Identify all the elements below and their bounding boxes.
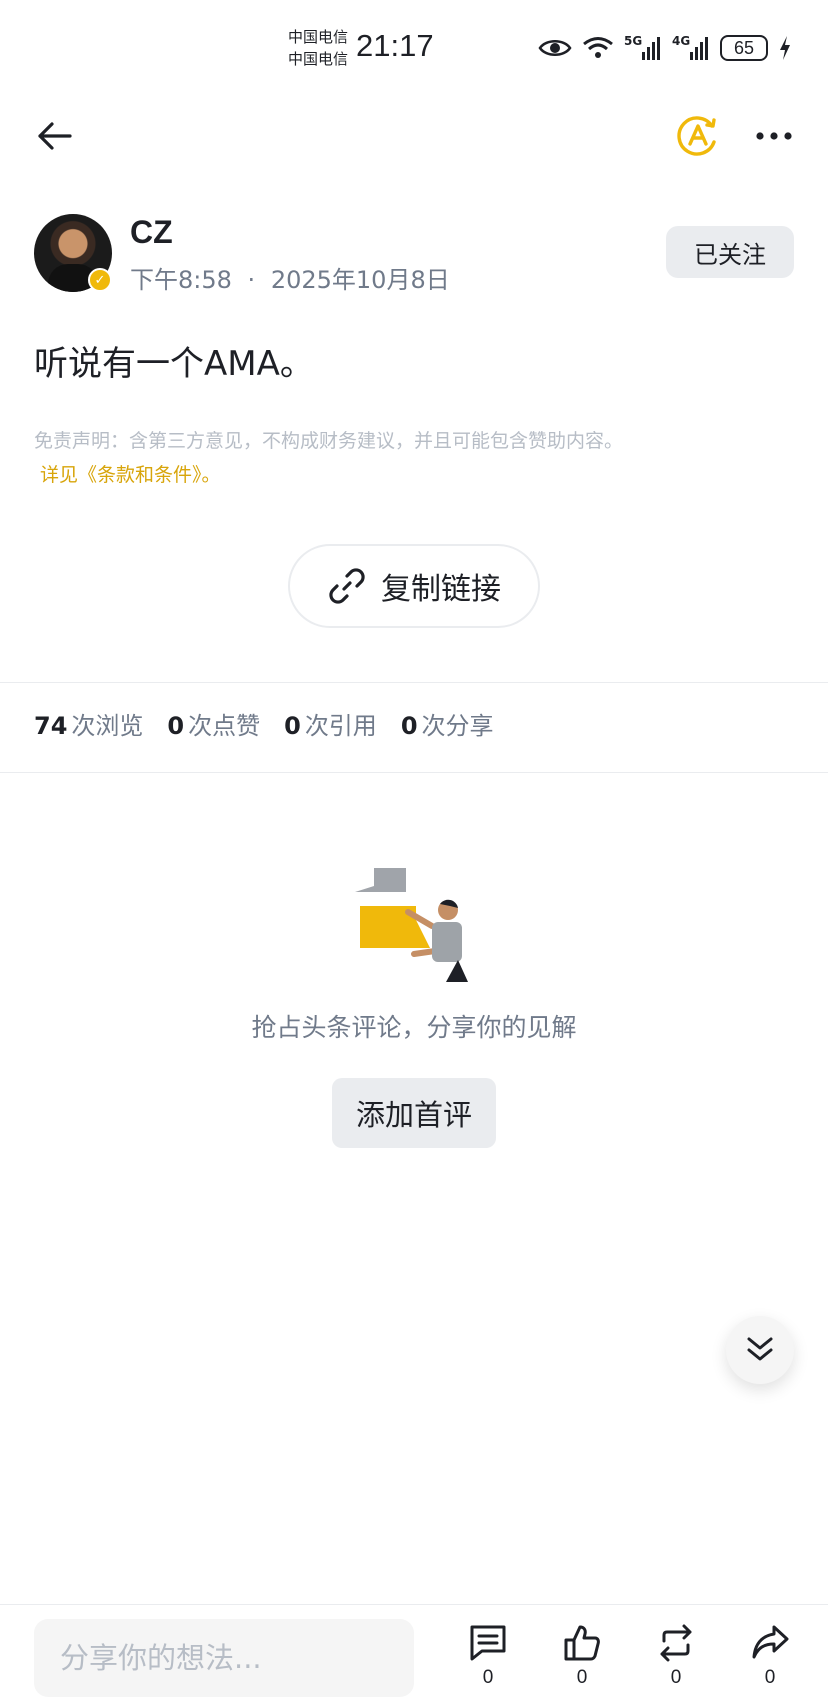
comment-icon bbox=[470, 1625, 506, 1661]
top-nav bbox=[0, 100, 828, 170]
post-text: 听说有一个AMA。 bbox=[34, 344, 314, 384]
carrier-labels: 中国电信 中国电信 bbox=[288, 26, 348, 70]
stat-views: 74 次浏览 bbox=[34, 706, 143, 741]
more-button[interactable] bbox=[752, 114, 796, 158]
copy-link-button[interactable]: 复制链接 bbox=[288, 544, 540, 628]
comment-button[interactable]: 0 bbox=[458, 1623, 518, 1697]
eye-icon bbox=[538, 40, 572, 56]
divider bbox=[0, 682, 828, 683]
wifi-icon bbox=[583, 37, 613, 58]
stat-value: 74 bbox=[34, 712, 68, 740]
post-stats: 74 次浏览 0 次点赞 0 次引用 0 次分享 bbox=[34, 706, 494, 741]
like-count: 0 bbox=[576, 1667, 588, 1688]
empty-comments-illustration bbox=[355, 868, 468, 982]
stat-value: 0 bbox=[284, 712, 301, 740]
author-row: ✓ CZ 下午8:58 · 2025年10月8日 已关注 bbox=[34, 212, 794, 295]
disclaimer-text: 免责声明：含第三方意见，不构成财务建议，并且可能包含赞助内容。 bbox=[34, 430, 624, 452]
quote-button[interactable]: 0 bbox=[646, 1623, 706, 1697]
status-time: 21:17 bbox=[356, 28, 434, 63]
scroll-down-button[interactable] bbox=[726, 1316, 794, 1384]
signal-5g-icon: 5G bbox=[624, 34, 662, 62]
add-first-comment-button[interactable]: 添加首评 bbox=[332, 1078, 496, 1148]
stat-label: 次浏览 bbox=[71, 712, 144, 740]
thumbs-up-icon bbox=[564, 1625, 600, 1661]
stat-label: 次点赞 bbox=[188, 712, 261, 740]
stat-likes: 0 次点赞 bbox=[167, 706, 260, 741]
stat-value: 0 bbox=[167, 712, 185, 740]
post-timestamp: 下午8:58 · 2025年10月8日 bbox=[130, 260, 450, 295]
translate-icon bbox=[677, 116, 716, 156]
author-name[interactable]: CZ bbox=[130, 214, 173, 251]
like-button[interactable]: 0 bbox=[552, 1623, 612, 1697]
stat-label: 次分享 bbox=[421, 712, 494, 740]
back-arrow-icon bbox=[38, 122, 72, 150]
status-icons: 5G 4G 65 bbox=[538, 32, 792, 64]
net-label-2: 4G bbox=[672, 34, 691, 48]
meta-separator: · bbox=[247, 266, 256, 294]
stat-label: 次引用 bbox=[304, 712, 377, 740]
battery-icon: 65 bbox=[720, 35, 768, 61]
signal-4g-icon: 4G bbox=[672, 34, 710, 62]
empty-comments-text: 抢占头条评论，分享你的见解 bbox=[251, 1013, 577, 1042]
comment-input[interactable] bbox=[34, 1619, 414, 1697]
disclaimer: 免责声明：含第三方意见，不构成财务建议，并且可能包含赞助内容。 详见《条款和条件… bbox=[34, 424, 794, 492]
back-button[interactable] bbox=[32, 114, 76, 158]
share-count: 0 bbox=[764, 1667, 776, 1688]
carrier-2: 中国电信 bbox=[288, 50, 349, 68]
comment-count: 0 bbox=[482, 1667, 494, 1688]
repost-icon bbox=[660, 1624, 692, 1662]
follow-button[interactable]: 已关注 bbox=[666, 226, 794, 278]
stat-quotes: 0 次引用 bbox=[284, 706, 377, 741]
stat-shares: 0 次分享 bbox=[401, 706, 494, 741]
charging-icon bbox=[780, 36, 790, 60]
carrier-1: 中国电信 bbox=[288, 28, 349, 46]
stat-value: 0 bbox=[400, 712, 418, 740]
double-chevron-down-icon bbox=[747, 1337, 773, 1361]
share-button[interactable]: 0 bbox=[740, 1623, 800, 1697]
status-bar: 中国电信 中国电信 21:17 5G 4G 65 bbox=[0, 0, 828, 96]
terms-link[interactable]: 详见《条款和条件》。 bbox=[34, 458, 794, 492]
bottom-action-bar: 0 0 0 0 bbox=[0, 1604, 828, 1708]
divider bbox=[0, 772, 828, 773]
translate-button[interactable] bbox=[674, 112, 722, 160]
post-date: 2025年10月8日 bbox=[270, 266, 450, 294]
more-icon bbox=[756, 132, 792, 140]
share-icon bbox=[752, 1625, 789, 1659]
copy-link-label: 复制链接 bbox=[381, 572, 501, 607]
net-label-1: 5G bbox=[624, 34, 643, 48]
post-time: 下午8:58 bbox=[130, 266, 232, 294]
quote-count: 0 bbox=[670, 1667, 682, 1688]
verified-badge-icon: ✓ bbox=[88, 268, 112, 292]
link-icon bbox=[329, 568, 365, 604]
